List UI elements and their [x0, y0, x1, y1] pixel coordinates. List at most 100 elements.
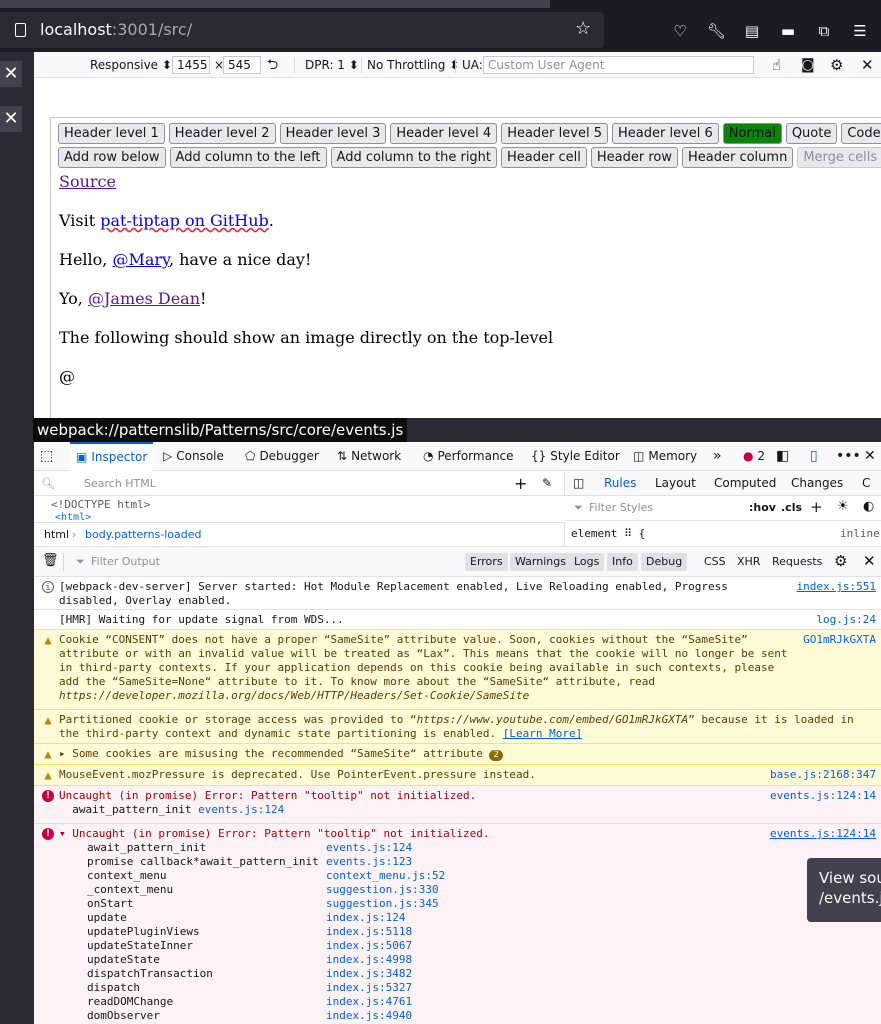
source-link[interactable]: log.js:24 — [816, 613, 876, 627]
tab-computed[interactable]: Computed — [714, 471, 776, 496]
stack-location[interactable]: suggestion.js:345 — [326, 897, 439, 910]
source-link[interactable]: Source — [59, 172, 116, 191]
url-bar[interactable]: localhost:3001/src/ ☆ — [0, 12, 604, 48]
viewport-width-input[interactable]: 1455 — [172, 56, 210, 74]
row1-button-6[interactable]: Normal — [722, 123, 782, 144]
breadcrumb-body[interactable]: body.patterns-loaded — [85, 523, 202, 547]
row1-button-1[interactable]: Header level 2 — [168, 123, 276, 144]
close-rdm-icon[interactable]: ✕ — [861, 52, 874, 78]
stack-location[interactable]: index.js:5327 — [326, 981, 412, 994]
filter-xhr[interactable]: XHR — [737, 553, 760, 571]
mention-james-dean[interactable]: @James Dean — [88, 289, 200, 308]
throttling-select[interactable]: No Throttling ⬍ — [367, 52, 459, 78]
row2-button-3[interactable]: Header cell — [501, 147, 587, 168]
viewport-height-input[interactable]: 545 — [223, 56, 261, 74]
stack-location[interactable]: index.js:4998 — [326, 953, 412, 966]
row1-button-2[interactable]: Header level 3 — [279, 123, 387, 144]
dpr-select[interactable]: DPR: 1 ⬍ — [305, 52, 359, 78]
source-link[interactable]: events.js:124:14 — [770, 789, 876, 803]
collapse-arrow-icon[interactable]: ▾ — [59, 827, 66, 840]
close-icon[interactable]: ✕ — [0, 61, 22, 87]
touch-icon[interactable]: ☝ — [772, 52, 781, 78]
console-warning-group[interactable]: ▲ ▸ Some cookies are misusing the recomm… — [34, 744, 881, 765]
learn-more-link[interactable]: [Learn More] — [503, 727, 582, 740]
row2-button-0[interactable]: Add row below — [58, 147, 166, 168]
breadcrumb-html[interactable]: html — [44, 523, 69, 547]
close-icon[interactable]: ✕ — [0, 106, 22, 132]
settings-gear-icon[interactable]: ⚙ — [830, 52, 843, 78]
doctype-node[interactable]: <!DOCTYPE html> — [51, 498, 150, 511]
tab-memory[interactable]: ◫ Memory — [633, 442, 697, 471]
stack-location[interactable]: index.js:5118 — [326, 925, 412, 938]
stack-location[interactable]: events.js:123 — [326, 855, 412, 868]
extensions-icon[interactable]: ⧉ — [815, 22, 833, 40]
stack-location[interactable]: suggestion.js:330 — [326, 883, 439, 896]
stack-location[interactable]: index.js:5067 — [326, 939, 412, 952]
hover-state-toggle[interactable]: :hov — [749, 501, 776, 514]
tab-console[interactable]: ▷ Console — [163, 442, 224, 471]
pocket-icon[interactable]: ♡ — [671, 22, 689, 40]
light-scheme-icon[interactable]: ☀ — [837, 499, 849, 514]
row2-button-1[interactable]: Add column to the left — [169, 147, 327, 168]
filter-css[interactable]: CSS — [704, 553, 726, 571]
chat-icon[interactable]: ▬ — [779, 22, 797, 40]
filter-warnings[interactable]: Warnings — [510, 553, 571, 571]
row1-button-0[interactable]: Header level 1 — [58, 123, 165, 144]
active-tab[interactable] — [0, 0, 550, 8]
tab-layout[interactable]: Layout — [655, 471, 696, 496]
add-rule-icon[interactable]: + — [810, 498, 823, 516]
tab-changes[interactable]: Changes — [791, 471, 843, 496]
tab-rules[interactable]: Rules — [604, 471, 636, 496]
source-link[interactable]: index.js:551 — [797, 580, 876, 594]
trash-icon[interactable]: 🗑︎ — [42, 553, 59, 568]
url-text[interactable]: localhost:3001/src/ — [40, 12, 192, 48]
tab-debugger[interactable]: ⬠ Debugger — [245, 442, 319, 471]
filter-debug[interactable]: Debug — [641, 553, 688, 571]
html-node[interactable]: <html> — [55, 512, 91, 520]
wrench-icon[interactable]: 🔧︎ — [707, 22, 726, 40]
source-link[interactable]: base.js:2168:347 — [770, 768, 876, 782]
console-settings-icon[interactable]: ⚙ — [834, 552, 847, 570]
bookmark-star-icon[interactable]: ☆ — [575, 18, 591, 39]
filter-logs[interactable]: Logs — [569, 553, 605, 571]
stack-location[interactable]: index.js:124 — [326, 911, 405, 924]
mention-mary[interactable]: @Mary — [112, 250, 168, 269]
stack-location[interactable]: index.js:4940 — [326, 1009, 412, 1022]
screenshot-icon[interactable]: ◙ — [801, 52, 815, 78]
eyedropper-icon[interactable]: ✎ — [542, 471, 552, 496]
expand-arrow-icon[interactable]: ▸ — [59, 747, 66, 760]
row1-button-7[interactable]: Quote — [785, 123, 838, 144]
row1-button-8[interactable]: Code Block — [841, 123, 881, 144]
row2-button-4[interactable]: Header row — [590, 147, 678, 168]
github-link[interactable]: pat-tiptap on GitHub — [100, 211, 269, 230]
row1-button-5[interactable]: Header level 6 — [611, 123, 719, 144]
close-split-console-icon[interactable]: ✕ — [863, 552, 876, 570]
rotate-icon[interactable]: ⮌ — [267, 52, 278, 78]
row2-button-2[interactable]: Add column to the right — [330, 147, 498, 168]
stack-location[interactable]: events.js:124 — [326, 841, 412, 854]
reader-icon[interactable]: ▤ — [743, 22, 761, 40]
add-node-icon[interactable]: + — [514, 471, 527, 496]
stack-location[interactable]: index.js:3482 — [326, 967, 412, 980]
filter-errors[interactable]: Errors — [465, 553, 508, 571]
responsive-mode-icon[interactable]: ▯ — [810, 442, 818, 471]
dark-scheme-icon[interactable]: ◐ — [863, 499, 874, 514]
stack-location[interactable]: index.js:4761 — [326, 995, 412, 1008]
stack-location[interactable]: context_menu.js:52 — [326, 869, 445, 882]
tab-style-editor[interactable]: {} Style Editor — [531, 442, 620, 471]
row2-button-5[interactable]: Header column — [681, 147, 794, 168]
device-select[interactable]: Responsive ⬍ — [90, 52, 172, 78]
filter-output-input[interactable]: Filter Output — [91, 555, 160, 568]
tab-more[interactable]: C — [862, 471, 870, 496]
filter-styles-input[interactable]: Filter Styles — [589, 501, 653, 514]
source-link[interactable]: events.js:124:14 — [770, 827, 876, 841]
more-options-icon[interactable]: ••• — [836, 442, 861, 471]
row1-button-3[interactable]: Header level 4 — [390, 123, 498, 144]
stack-location[interactable]: events.js:124 — [198, 803, 284, 816]
class-toggle[interactable]: .cls — [781, 501, 802, 514]
tab-inspector[interactable]: ▣ Inspector — [70, 442, 154, 471]
filter-requests[interactable]: Requests — [772, 553, 822, 571]
user-agent-input[interactable]: Custom User Agent — [483, 56, 754, 74]
tab-network[interactable]: ⇅ Network — [337, 442, 401, 471]
dock-icon[interactable]: ◧ — [776, 442, 789, 471]
